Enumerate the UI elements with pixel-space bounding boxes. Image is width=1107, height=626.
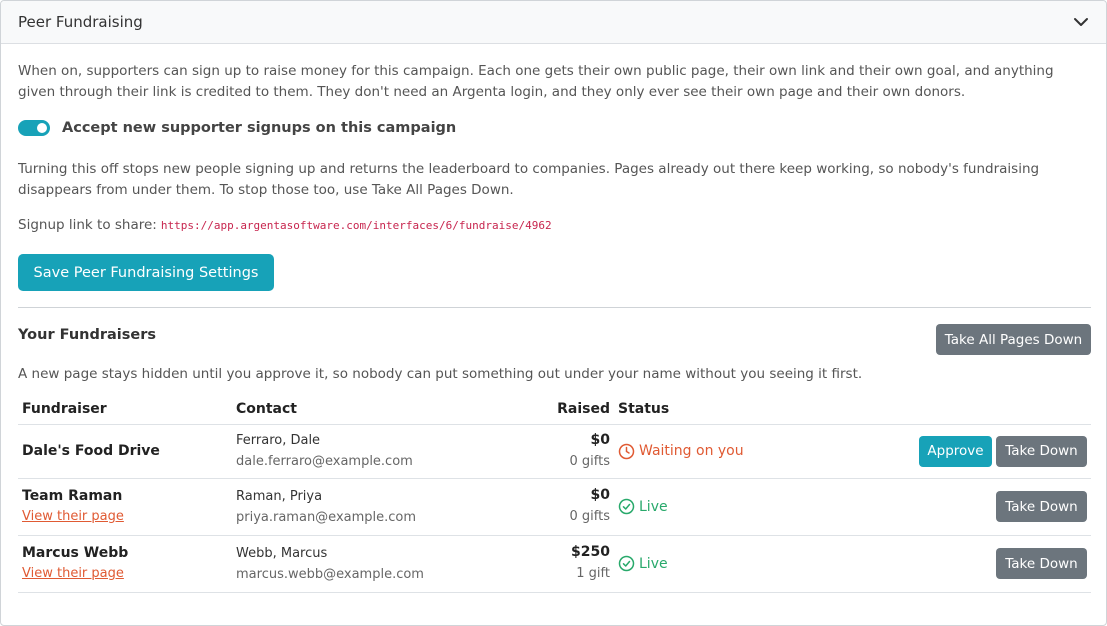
section-divider [18,307,1091,308]
fundraiser-name: Marcus Webb [22,544,129,561]
status-badge: Live [618,498,790,515]
raised-amount: $0 [590,431,610,448]
table-row: Marcus Webb View their page Webb, Marcus… [18,535,1091,593]
fundraisers-title: Your Fundraisers [18,327,157,343]
signup-toggle-row: Accept new supporter signups on this cam… [18,120,456,136]
take-down-button[interactable]: Take Down [996,548,1087,579]
column-header-contact: Contact [232,395,522,425]
raised-cell: $0 0 gifts [522,478,614,536]
status-text: Live [639,555,668,572]
signup-toggle-label[interactable]: Accept new supporter signups on this cam… [62,120,456,136]
contact-email: dale.ferraro@example.com [236,454,413,469]
column-header-raised: Raised [522,395,614,425]
actions-cell: Approve Take Down [794,424,1091,479]
toggle-knob [37,123,47,133]
save-settings-button[interactable]: Save Peer Fundraising Settings [18,254,274,291]
raised-amount: $250 [571,544,610,560]
fundraisers-help-text: A new page stays hidden until you approv… [18,366,863,382]
signup-link-row: Signup link to share: https://app.argent… [18,217,552,233]
status-badge: Waiting on you [618,443,790,460]
column-header-status: Status [614,395,794,425]
gift-count: 0 gifts [569,453,611,469]
raised-amount: $0 [590,487,610,503]
take-all-pages-down-button[interactable]: Take All Pages Down [936,324,1091,355]
contact-cell: Raman, Priya priya.raman@example.com [232,478,522,536]
gift-count: 1 gift [576,566,610,581]
view-page-link[interactable]: View their page [22,563,228,585]
raised-cell: $250 1 gift [522,535,614,593]
contact-email: marcus.webb@example.com [236,566,424,582]
actions-cell: Take Down [794,535,1091,593]
toggle-help-text: Turning this off stops new people signin… [18,161,1040,198]
check-circle-icon [618,555,635,572]
signup-link-url[interactable]: https://app.argentasoftware.com/interfac… [161,219,552,232]
contact-cell: Webb, Marcus marcus.webb@example.com [232,535,522,593]
table-header-row: Fundraiser Contact Raised Status [18,395,1091,425]
status-cell: Live [614,535,794,593]
fundraiser-cell: Marcus Webb View their page [18,535,232,593]
approve-button[interactable]: Approve [919,435,992,467]
panel-title: Peer Fundraising [18,13,143,31]
contact-name: Ferraro, Dale [236,433,321,448]
status-badge: Live [618,555,790,572]
fundraiser-name: Team Raman [22,487,123,504]
row-actions: Take Down [996,548,1087,579]
check-circle-icon [618,498,635,515]
clock-icon [618,443,635,459]
peer-fundraising-panel: Peer Fundraising When on, supporters can… [0,0,1107,626]
intro-description: When on, supporters can sign up to raise… [18,63,1054,100]
fundraiser-cell: Dale's Food Drive [18,424,232,479]
row-actions: Approve Take Down [919,435,1087,467]
status-cell: Live [614,478,794,536]
status-text: Waiting on you [639,443,744,459]
status-text: Live [639,498,668,515]
table-row: Dale's Food Drive Ferraro, Dale dale.fer… [18,424,1091,479]
actions-cell: Take Down [794,478,1091,536]
contact-name: Raman, Priya [236,488,323,504]
fundraiser-cell: Team Raman View their page [18,478,232,536]
table-row: Team Raman View their page Raman, Priya … [18,478,1091,536]
fundraisers-table: Fundraiser Contact Raised Status Dale's … [18,395,1091,593]
contact-name: Webb, Marcus [236,545,328,561]
fundraiser-name: Dale's Food Drive [22,443,160,459]
status-cell: Waiting on you [614,424,794,479]
take-down-button[interactable]: Take Down [996,435,1087,467]
column-header-actions [794,395,1091,425]
panel-header[interactable]: Peer Fundraising [1,1,1106,44]
contact-cell: Ferraro, Dale dale.ferraro@example.com [232,424,522,479]
signup-toggle-switch[interactable] [18,120,50,136]
row-actions: Take Down [996,491,1087,522]
contact-email: priya.raman@example.com [236,509,417,525]
signup-link-label: Signup link to share: [18,217,157,233]
raised-cell: $0 0 gifts [522,424,614,479]
view-page-link[interactable]: View their page [22,506,228,528]
column-header-fundraiser: Fundraiser [18,395,232,425]
gift-count: 0 gifts [569,509,611,524]
chevron-down-icon[interactable] [1072,13,1090,31]
take-down-button[interactable]: Take Down [996,491,1087,522]
